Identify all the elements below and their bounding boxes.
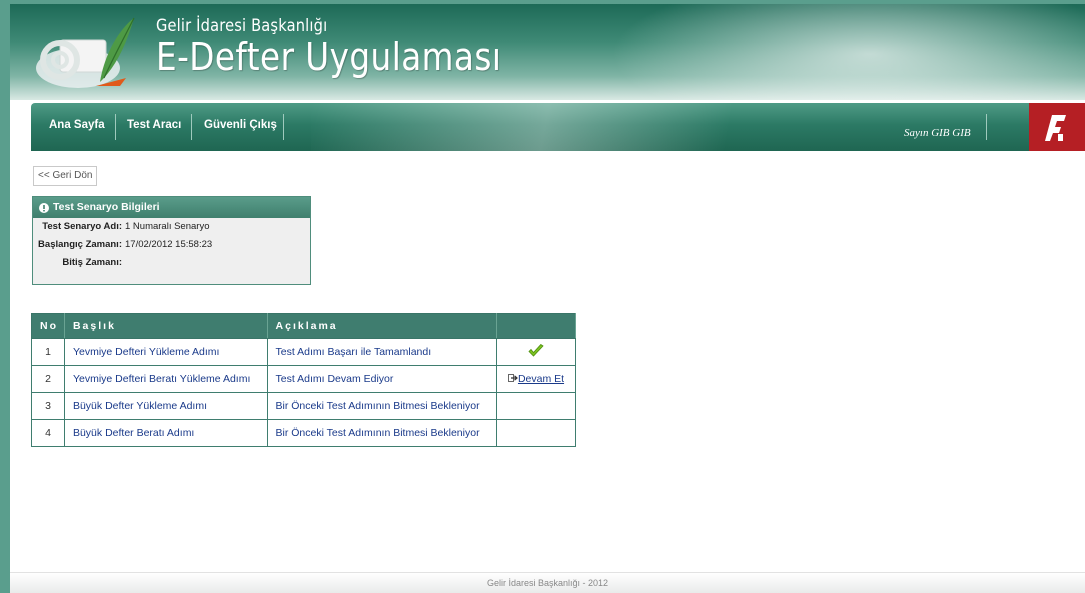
nav-item-ana-sayfa[interactable]: Ana Sayfa <box>49 119 105 131</box>
test-steps-table: No Başlık Açıklama 1 Yevmiye Defteri Yük… <box>31 313 576 447</box>
step-no: 4 <box>31 419 65 447</box>
column-header-title: Başlık <box>63 313 268 339</box>
step-action-cell <box>496 419 576 447</box>
header-banner: Gelir İdaresi Başkanlığı E-Defter Uygula… <box>10 4 1085 100</box>
continue-link-label: Devam Et <box>517 373 565 385</box>
column-header-no: No <box>31 313 65 339</box>
gib-logo-icon <box>36 17 135 88</box>
nav-separator <box>115 114 116 140</box>
step-no: 3 <box>31 392 65 420</box>
step-title: Büyük Defter Yükleme Adımı <box>63 392 268 420</box>
table-row: 3 Büyük Defter Yükleme Adımı Bir Önceki … <box>31 392 576 420</box>
step-title: Yevmiye Defteri Yükleme Adımı <box>63 338 268 366</box>
table-header-row: No Başlık Açıklama <box>31 313 576 339</box>
back-button[interactable]: << Geri Dön <box>33 166 98 186</box>
scenario-info-header: Test Senaryo Bilgileri <box>33 197 310 218</box>
user-greeting: Sayın GIB GIB <box>904 127 971 139</box>
header-glow <box>610 4 1085 100</box>
end-time-row: Bitiş Zamanı: <box>33 254 310 272</box>
step-description: Test Adımı Devam Ediyor <box>266 365 498 393</box>
start-time-row: Başlangıç Zamanı: 17/02/2012 15:58:23 <box>33 236 310 254</box>
end-time-label: Bitiş Zamanı: <box>62 257 122 268</box>
footer: Gelir İdaresi Başkanlığı - 2012 <box>10 572 1085 593</box>
step-description: Test Adımı Başarı ile Tamamlandı <box>266 338 498 366</box>
scenario-info-title: Test Senaryo Bilgileri <box>53 201 160 213</box>
scenario-name-label: Test Senaryo Adı: <box>42 221 122 232</box>
table-row: 2 Yevmiye Defteri Beratı Yükleme Adımı T… <box>31 365 576 393</box>
step-action-cell <box>496 338 576 366</box>
scenario-name-value: 1 Numaralı Senaryo <box>125 221 210 232</box>
continue-link[interactable]: Devam Et <box>507 373 565 385</box>
start-time-label: Başlangıç Zamanı: <box>38 239 122 250</box>
column-header-description: Açıklama <box>266 313 498 339</box>
step-no: 1 <box>31 338 65 366</box>
scenario-name-row: Test Senaryo Adı: 1 Numaralı Senaryo <box>33 218 310 236</box>
left-rail <box>0 0 10 593</box>
step-action-cell <box>496 392 576 420</box>
step-title: Yevmiye Defteri Beratı Yükleme Adımı <box>63 365 268 393</box>
step-action-cell: Devam Et <box>496 365 576 393</box>
header-subtitle: Gelir İdaresi Başkanlığı <box>156 16 328 36</box>
step-no: 2 <box>31 365 65 393</box>
nav-item-guvenli-cikis[interactable]: Güvenli Çıkış <box>204 119 277 131</box>
main-nav: Ana Sayfa Test Aracı Güvenli Çıkış Sayın… <box>31 103 1085 151</box>
arrow-right-icon <box>507 374 518 382</box>
header-title: E-Defter Uygulaması <box>156 35 502 79</box>
nav-separator <box>283 114 284 140</box>
start-time-value: 17/02/2012 15:58:23 <box>125 239 213 250</box>
nav-separator <box>191 114 192 140</box>
nav-separator <box>986 114 987 140</box>
column-header-action <box>496 313 576 339</box>
info-icon <box>39 202 49 213</box>
scenario-info-panel: Test Senaryo Bilgileri Test Senaryo Adı:… <box>32 196 311 285</box>
step-description: Bir Önceki Test Adımının Bitmesi Bekleni… <box>266 419 498 447</box>
table-row: 4 Büyük Defter Beratı Adımı Bir Önceki T… <box>31 419 576 447</box>
check-icon <box>528 343 544 357</box>
gib-brand-icon <box>1029 103 1085 151</box>
step-description: Bir Önceki Test Adımının Bitmesi Bekleni… <box>266 392 498 420</box>
nav-sheen <box>311 103 831 151</box>
nav-item-test-araci[interactable]: Test Aracı <box>127 119 181 131</box>
table-row: 1 Yevmiye Defteri Yükleme Adımı Test Adı… <box>31 338 576 366</box>
step-title: Büyük Defter Beratı Adımı <box>63 419 268 447</box>
